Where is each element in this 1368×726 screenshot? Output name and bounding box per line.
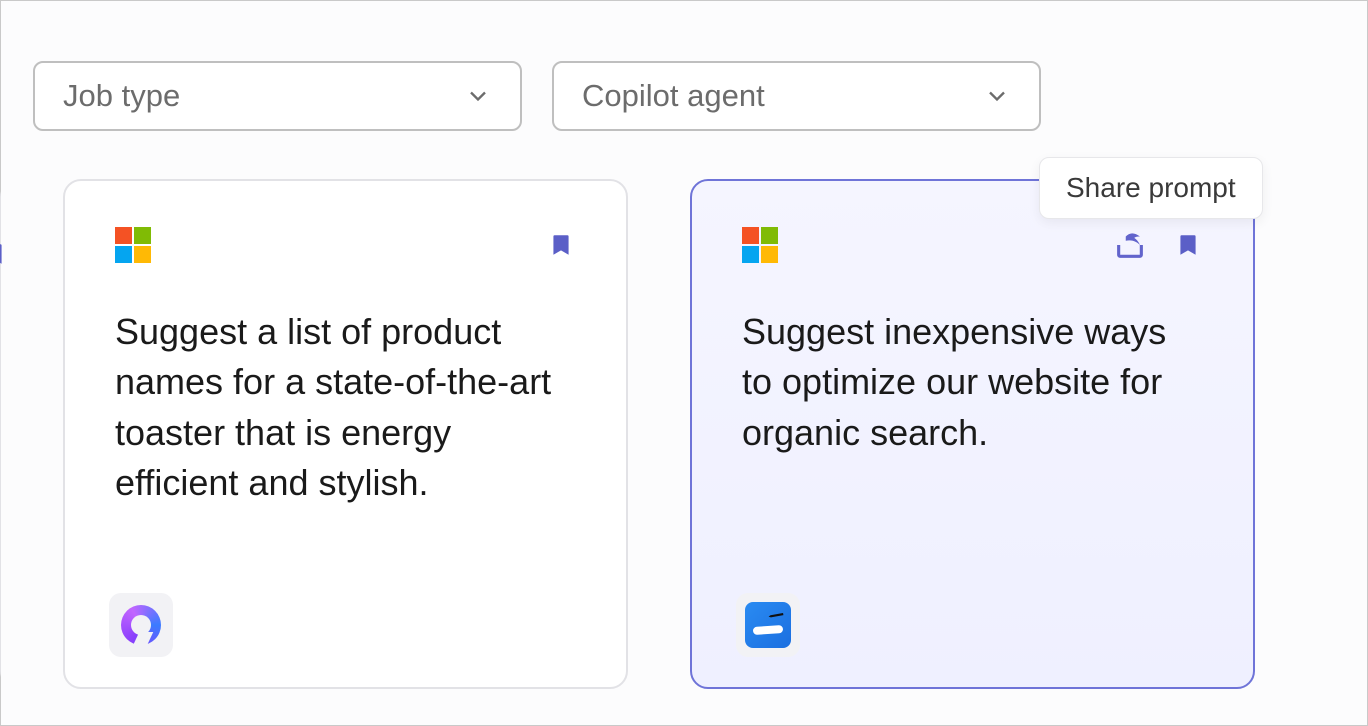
card-header-actions (1113, 228, 1203, 262)
share-prompt-tooltip: Share prompt (1039, 157, 1263, 219)
bookmark-icon (0, 237, 9, 271)
job-type-select[interactable]: Job type (33, 61, 522, 131)
loop-icon (121, 605, 161, 645)
prompt-card-header (742, 227, 1203, 263)
microsoft-logo-icon (742, 227, 778, 263)
microsoft-logo-icon (115, 227, 151, 263)
prompt-text: Suggest a list of product names for a st… (115, 307, 576, 509)
prompt-text: Suggest inexpensive ways to optimize our… (742, 307, 1203, 458)
share-icon[interactable] (1113, 228, 1147, 262)
chevron-down-icon (983, 82, 1011, 110)
prompt-card-previous-edge[interactable] (0, 179, 1, 689)
job-type-label: Job type (63, 78, 180, 114)
prompt-card-active[interactable]: Suggest inexpensive ways to optimize our… (690, 179, 1255, 689)
bookmark-icon[interactable] (1173, 228, 1203, 262)
whiteboard-icon (745, 602, 791, 648)
app-tile-whiteboard[interactable] (736, 593, 800, 657)
prompt-cards-row: Suggest a list of product names for a st… (0, 179, 1255, 689)
app-tile-loop[interactable] (109, 593, 173, 657)
chevron-down-icon (464, 82, 492, 110)
prompt-card-header (115, 227, 576, 263)
prompt-card-footer (736, 593, 800, 657)
filter-bar: Job type Copilot agent (33, 61, 1041, 131)
copilot-agent-label: Copilot agent (582, 78, 765, 114)
copilot-agent-select[interactable]: Copilot agent (552, 61, 1041, 131)
card-header-actions (546, 228, 576, 262)
prompt-card-footer (109, 593, 173, 657)
bookmark-icon[interactable] (546, 228, 576, 262)
prompt-card[interactable]: Suggest a list of product names for a st… (63, 179, 628, 689)
